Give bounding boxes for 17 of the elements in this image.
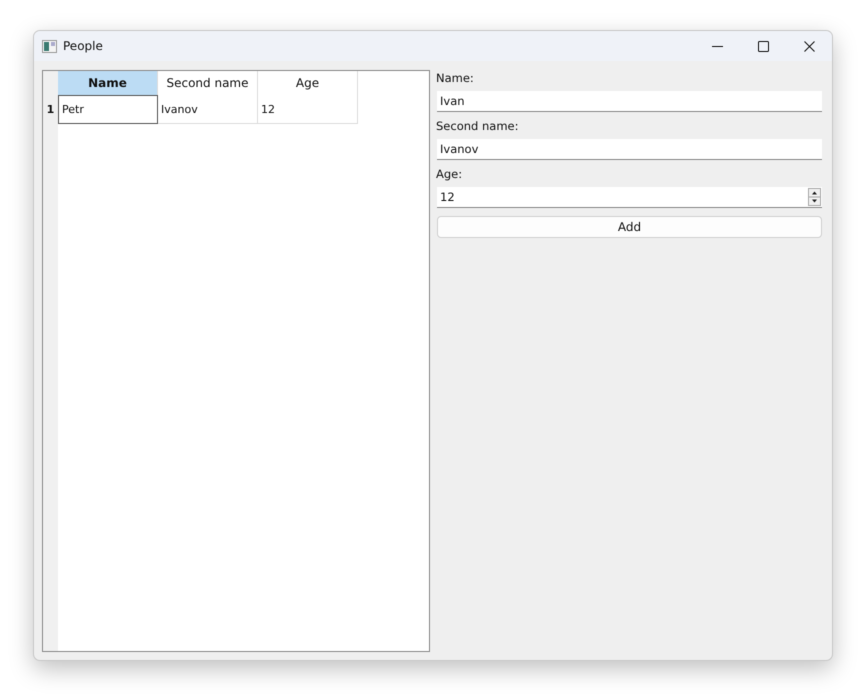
close-icon <box>804 40 814 52</box>
field-label: Name: <box>436 71 475 85</box>
column-header[interactable]: Name <box>58 71 158 95</box>
spin-arrows-icon[interactable] <box>808 188 821 206</box>
row-header[interactable]: 1 <box>43 95 58 124</box>
text-field[interactable]: Ivanov <box>437 139 822 160</box>
maximize-icon <box>758 40 768 52</box>
add-button[interactable]: Add <box>437 216 822 238</box>
table-cell[interactable]: Petr <box>58 95 158 124</box>
app-icon <box>42 40 57 52</box>
table-cell[interactable]: Ivanov <box>158 95 258 124</box>
field-label: Second name: <box>436 119 520 133</box>
table-cell[interactable]: 12 <box>258 95 358 124</box>
text-field[interactable]: Ivan <box>437 91 822 112</box>
window-title: People <box>63 39 103 53</box>
field-label: Age: <box>436 167 464 181</box>
spin-box[interactable]: 12 <box>437 187 822 208</box>
